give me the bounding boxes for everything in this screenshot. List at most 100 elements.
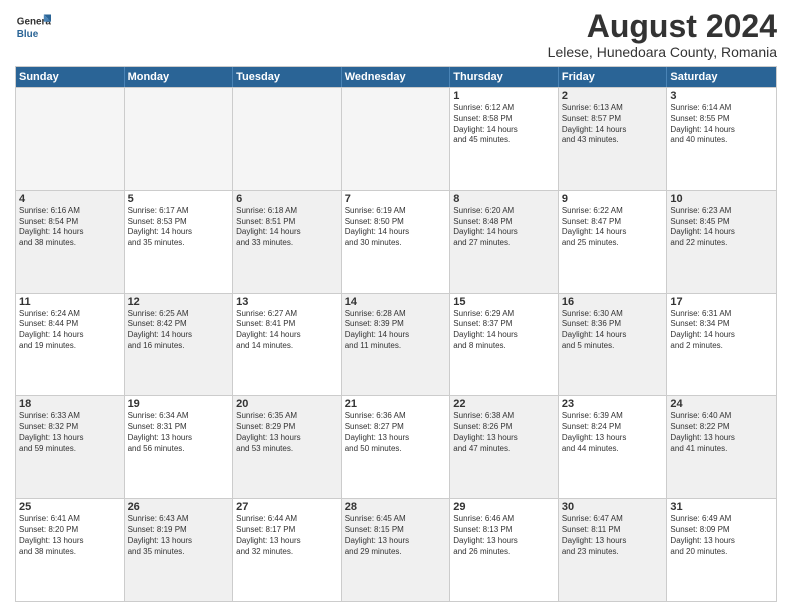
calendar-day-8: 8Sunrise: 6:20 AM Sunset: 8:48 PM Daylig… bbox=[450, 191, 559, 293]
calendar-day-12: 12Sunrise: 6:25 AM Sunset: 8:42 PM Dayli… bbox=[125, 294, 234, 396]
calendar-day-16: 16Sunrise: 6:30 AM Sunset: 8:36 PM Dayli… bbox=[559, 294, 668, 396]
calendar-day-1: 1Sunrise: 6:12 AM Sunset: 8:58 PM Daylig… bbox=[450, 88, 559, 190]
day-detail: Sunrise: 6:49 AM Sunset: 8:09 PM Dayligh… bbox=[670, 514, 773, 557]
day-header-sunday: Sunday bbox=[16, 67, 125, 87]
day-detail: Sunrise: 6:27 AM Sunset: 8:41 PM Dayligh… bbox=[236, 309, 338, 352]
calendar-day-3: 3Sunrise: 6:14 AM Sunset: 8:55 PM Daylig… bbox=[667, 88, 776, 190]
day-detail: Sunrise: 6:28 AM Sunset: 8:39 PM Dayligh… bbox=[345, 309, 447, 352]
calendar-empty-cell bbox=[233, 88, 342, 190]
day-detail: Sunrise: 6:47 AM Sunset: 8:11 PM Dayligh… bbox=[562, 514, 664, 557]
day-detail: Sunrise: 6:16 AM Sunset: 8:54 PM Dayligh… bbox=[19, 206, 121, 249]
day-number: 8 bbox=[453, 193, 555, 205]
day-detail: Sunrise: 6:33 AM Sunset: 8:32 PM Dayligh… bbox=[19, 411, 121, 454]
header: General Blue August 2024 Lelese, Hunedoa… bbox=[15, 10, 777, 60]
calendar-week-1: 1Sunrise: 6:12 AM Sunset: 8:58 PM Daylig… bbox=[16, 87, 776, 190]
calendar-week-3: 11Sunrise: 6:24 AM Sunset: 8:44 PM Dayli… bbox=[16, 293, 776, 396]
day-detail: Sunrise: 6:18 AM Sunset: 8:51 PM Dayligh… bbox=[236, 206, 338, 249]
calendar-header: Sunday Monday Tuesday Wednesday Thursday… bbox=[16, 67, 776, 87]
day-number: 30 bbox=[562, 501, 664, 513]
calendar-empty-cell bbox=[125, 88, 234, 190]
calendar-day-15: 15Sunrise: 6:29 AM Sunset: 8:37 PM Dayli… bbox=[450, 294, 559, 396]
day-number: 10 bbox=[670, 193, 773, 205]
day-header-tuesday: Tuesday bbox=[233, 67, 342, 87]
day-detail: Sunrise: 6:13 AM Sunset: 8:57 PM Dayligh… bbox=[562, 103, 664, 146]
day-header-wednesday: Wednesday bbox=[342, 67, 451, 87]
day-detail: Sunrise: 6:20 AM Sunset: 8:48 PM Dayligh… bbox=[453, 206, 555, 249]
calendar-day-22: 22Sunrise: 6:38 AM Sunset: 8:26 PM Dayli… bbox=[450, 396, 559, 498]
day-number: 19 bbox=[128, 398, 230, 410]
day-number: 13 bbox=[236, 296, 338, 308]
calendar-day-25: 25Sunrise: 6:41 AM Sunset: 8:20 PM Dayli… bbox=[16, 499, 125, 601]
day-number: 3 bbox=[670, 90, 773, 102]
calendar-body: 1Sunrise: 6:12 AM Sunset: 8:58 PM Daylig… bbox=[16, 87, 776, 601]
calendar-day-10: 10Sunrise: 6:23 AM Sunset: 8:45 PM Dayli… bbox=[667, 191, 776, 293]
day-number: 31 bbox=[670, 501, 773, 513]
calendar-day-7: 7Sunrise: 6:19 AM Sunset: 8:50 PM Daylig… bbox=[342, 191, 451, 293]
calendar-day-19: 19Sunrise: 6:34 AM Sunset: 8:31 PM Dayli… bbox=[125, 396, 234, 498]
day-number: 27 bbox=[236, 501, 338, 513]
calendar-day-9: 9Sunrise: 6:22 AM Sunset: 8:47 PM Daylig… bbox=[559, 191, 668, 293]
page: General Blue August 2024 Lelese, Hunedoa… bbox=[0, 0, 792, 612]
calendar-day-13: 13Sunrise: 6:27 AM Sunset: 8:41 PM Dayli… bbox=[233, 294, 342, 396]
day-number: 20 bbox=[236, 398, 338, 410]
day-detail: Sunrise: 6:36 AM Sunset: 8:27 PM Dayligh… bbox=[345, 411, 447, 454]
day-detail: Sunrise: 6:46 AM Sunset: 8:13 PM Dayligh… bbox=[453, 514, 555, 557]
day-detail: Sunrise: 6:45 AM Sunset: 8:15 PM Dayligh… bbox=[345, 514, 447, 557]
day-number: 11 bbox=[19, 296, 121, 308]
day-number: 1 bbox=[453, 90, 555, 102]
page-subtitle: Lelese, Hunedoara County, Romania bbox=[548, 44, 777, 60]
calendar-week-2: 4Sunrise: 6:16 AM Sunset: 8:54 PM Daylig… bbox=[16, 190, 776, 293]
day-number: 2 bbox=[562, 90, 664, 102]
calendar-day-30: 30Sunrise: 6:47 AM Sunset: 8:11 PM Dayli… bbox=[559, 499, 668, 601]
day-detail: Sunrise: 6:40 AM Sunset: 8:22 PM Dayligh… bbox=[670, 411, 773, 454]
title-area: August 2024 Lelese, Hunedoara County, Ro… bbox=[548, 10, 777, 60]
day-number: 24 bbox=[670, 398, 773, 410]
day-detail: Sunrise: 6:31 AM Sunset: 8:34 PM Dayligh… bbox=[670, 309, 773, 352]
calendar-day-2: 2Sunrise: 6:13 AM Sunset: 8:57 PM Daylig… bbox=[559, 88, 668, 190]
calendar-day-31: 31Sunrise: 6:49 AM Sunset: 8:09 PM Dayli… bbox=[667, 499, 776, 601]
day-number: 25 bbox=[19, 501, 121, 513]
calendar-day-27: 27Sunrise: 6:44 AM Sunset: 8:17 PM Dayli… bbox=[233, 499, 342, 601]
logo-icon: General Blue bbox=[15, 10, 51, 46]
day-detail: Sunrise: 6:43 AM Sunset: 8:19 PM Dayligh… bbox=[128, 514, 230, 557]
day-detail: Sunrise: 6:25 AM Sunset: 8:42 PM Dayligh… bbox=[128, 309, 230, 352]
calendar-day-18: 18Sunrise: 6:33 AM Sunset: 8:32 PM Dayli… bbox=[16, 396, 125, 498]
day-number: 5 bbox=[128, 193, 230, 205]
day-number: 12 bbox=[128, 296, 230, 308]
logo-area: General Blue bbox=[15, 10, 51, 46]
day-number: 4 bbox=[19, 193, 121, 205]
day-detail: Sunrise: 6:34 AM Sunset: 8:31 PM Dayligh… bbox=[128, 411, 230, 454]
day-header-friday: Friday bbox=[559, 67, 668, 87]
calendar-day-24: 24Sunrise: 6:40 AM Sunset: 8:22 PM Dayli… bbox=[667, 396, 776, 498]
day-detail: Sunrise: 6:19 AM Sunset: 8:50 PM Dayligh… bbox=[345, 206, 447, 249]
svg-text:Blue: Blue bbox=[17, 29, 39, 40]
day-detail: Sunrise: 6:14 AM Sunset: 8:55 PM Dayligh… bbox=[670, 103, 773, 146]
calendar-day-28: 28Sunrise: 6:45 AM Sunset: 8:15 PM Dayli… bbox=[342, 499, 451, 601]
day-number: 18 bbox=[19, 398, 121, 410]
day-number: 17 bbox=[670, 296, 773, 308]
day-detail: Sunrise: 6:17 AM Sunset: 8:53 PM Dayligh… bbox=[128, 206, 230, 249]
day-number: 28 bbox=[345, 501, 447, 513]
day-number: 21 bbox=[345, 398, 447, 410]
day-detail: Sunrise: 6:38 AM Sunset: 8:26 PM Dayligh… bbox=[453, 411, 555, 454]
day-detail: Sunrise: 6:24 AM Sunset: 8:44 PM Dayligh… bbox=[19, 309, 121, 352]
calendar-day-5: 5Sunrise: 6:17 AM Sunset: 8:53 PM Daylig… bbox=[125, 191, 234, 293]
calendar: Sunday Monday Tuesday Wednesday Thursday… bbox=[15, 66, 777, 602]
day-detail: Sunrise: 6:29 AM Sunset: 8:37 PM Dayligh… bbox=[453, 309, 555, 352]
calendar-day-23: 23Sunrise: 6:39 AM Sunset: 8:24 PM Dayli… bbox=[559, 396, 668, 498]
day-detail: Sunrise: 6:35 AM Sunset: 8:29 PM Dayligh… bbox=[236, 411, 338, 454]
day-detail: Sunrise: 6:22 AM Sunset: 8:47 PM Dayligh… bbox=[562, 206, 664, 249]
day-header-thursday: Thursday bbox=[450, 67, 559, 87]
day-detail: Sunrise: 6:41 AM Sunset: 8:20 PM Dayligh… bbox=[19, 514, 121, 557]
day-number: 6 bbox=[236, 193, 338, 205]
day-number: 15 bbox=[453, 296, 555, 308]
calendar-day-29: 29Sunrise: 6:46 AM Sunset: 8:13 PM Dayli… bbox=[450, 499, 559, 601]
day-number: 16 bbox=[562, 296, 664, 308]
calendar-day-14: 14Sunrise: 6:28 AM Sunset: 8:39 PM Dayli… bbox=[342, 294, 451, 396]
calendar-empty-cell bbox=[342, 88, 451, 190]
day-number: 14 bbox=[345, 296, 447, 308]
day-number: 26 bbox=[128, 501, 230, 513]
day-number: 29 bbox=[453, 501, 555, 513]
day-number: 7 bbox=[345, 193, 447, 205]
day-number: 9 bbox=[562, 193, 664, 205]
